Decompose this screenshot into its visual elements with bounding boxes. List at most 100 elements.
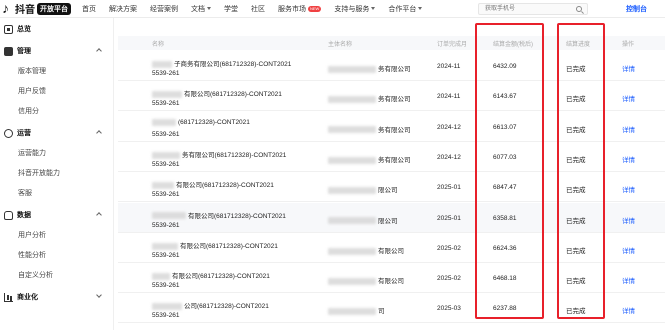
row-detail-link[interactable]: 详情 — [622, 154, 635, 164]
row-entity-text: 有限公司 — [378, 278, 404, 286]
row-name-line1: 有限公司(681712328)-CONT2021 — [152, 179, 274, 189]
row-entity-text: 务有限公司 — [378, 96, 411, 104]
sidebar-item[interactable]: 自定义分析 — [0, 266, 113, 286]
row-detail-link[interactable]: 详情 — [622, 215, 635, 225]
redacted-text — [328, 126, 376, 134]
nav-item-label: 文档 — [191, 5, 205, 13]
new-badge: NEW — [308, 5, 322, 12]
row-name-line1: 有限公司(681712328)-CONT2021 — [152, 240, 278, 250]
sidebar-item[interactable]: 版本管理 — [0, 62, 113, 82]
sidebar-section-3[interactable]: 运营 — [0, 122, 113, 144]
search-input[interactable] — [479, 4, 569, 14]
row-detail-link[interactable]: 详情 — [622, 93, 635, 103]
chevron-down-icon — [371, 7, 376, 10]
row-month: 2024-12 — [437, 153, 461, 161]
redacted-text — [328, 65, 376, 73]
header-month: 订单完成月 — [437, 42, 468, 48]
row-name-text: 有限公司(681712328)-CONT2021 — [180, 242, 278, 250]
row-name-text: 公司(681712328)-CONT2021 — [184, 303, 269, 311]
row-entity: 有限公司 — [328, 245, 404, 255]
row-detail-link[interactable]: 详情 — [622, 124, 635, 134]
box-icon — [4, 46, 13, 56]
sidebar-item[interactable]: 运营能力 — [0, 144, 113, 164]
row-detail-link[interactable]: 详情 — [622, 275, 635, 285]
douyin-logo-icon — [2, 0, 14, 16]
row-name-text: (681712328)-CONT2021 — [178, 118, 250, 126]
sidebar-section-label: 运营 — [17, 130, 31, 137]
redacted-text — [152, 118, 176, 126]
nav-item-3[interactable]: 经营案例 — [150, 4, 178, 14]
row-detail-link[interactable]: 详情 — [622, 63, 635, 73]
row-name-line2: 5539-261 — [152, 221, 180, 229]
row-name-line1: 有限公司(681712328)-CONT2021 — [152, 88, 282, 98]
search-icon[interactable] — [576, 6, 582, 12]
nav-item-7[interactable]: 服务市场 NEW — [278, 4, 322, 14]
sidebar-section-4[interactable]: 数据 — [0, 204, 113, 226]
row-name-line1: 公司(681712328)-CONT2021 — [152, 300, 269, 310]
nav-item-4[interactable]: 文档 — [191, 4, 211, 14]
row-entity: 务有限公司 — [328, 63, 411, 73]
row-month: 2024-12 — [437, 123, 461, 131]
row-name-line1: (681712328)-CONT2021 — [152, 118, 250, 126]
sidebar-item[interactable]: 性能分析 — [0, 246, 113, 266]
nav-item-5[interactable]: 学堂 — [224, 4, 238, 14]
platform-logo[interactable]: 抖音 开放平台 — [2, 0, 82, 16]
redacted-text — [152, 91, 182, 99]
header-action: 操作 — [622, 42, 635, 48]
chevron-up-icon — [96, 212, 102, 218]
chevron-up-icon — [96, 48, 102, 54]
row-entity-text: 有限公司 — [378, 247, 404, 255]
nav-item-2[interactable]: 解决方案 — [109, 4, 137, 14]
row-name-line1: 有限公司(681712328)-CONT2021 — [152, 210, 286, 220]
row-entity-text: 司 — [378, 308, 385, 316]
nav-item-6[interactable]: 社区 — [251, 4, 265, 14]
nav-item-label: 合作平台 — [388, 5, 417, 13]
row-name-line2: 5539-261 — [152, 70, 180, 77]
console-link[interactable]: 控制台 — [626, 4, 647, 14]
search-box[interactable] — [478, 3, 588, 15]
row-detail-link[interactable]: 详情 — [622, 184, 635, 194]
row-name-line2: 5539-261 — [152, 282, 180, 290]
database-icon — [4, 210, 13, 220]
sidebar-section-2[interactable]: 管理 — [0, 40, 113, 62]
row-name-line1: 子商务有限公司(681712328)-CONT2021 — [152, 58, 291, 68]
sidebar-item[interactable]: 信用分 — [0, 102, 113, 122]
row-name-line1: 务有限公司(681712328)-CONT2021 — [152, 149, 286, 159]
row-entity-text: 务有限公司 — [378, 156, 411, 164]
redacted-text — [328, 308, 376, 316]
sidebar-item[interactable]: 客服 — [0, 184, 113, 204]
row-entity-text: 务有限公司 — [378, 66, 411, 73]
redacted-text — [152, 272, 170, 280]
row-entity-text: 务有限公司 — [378, 126, 411, 134]
nav-item-label: 经营案例 — [150, 5, 178, 13]
row-detail-link[interactable]: 详情 — [622, 245, 635, 255]
nav-item-label: 学堂 — [224, 5, 238, 13]
sidebar-section-1[interactable]: 总览 — [0, 18, 113, 40]
redacted-text — [152, 151, 180, 159]
amount-column-highlight — [475, 23, 544, 319]
chevron-up-icon — [96, 130, 102, 136]
row-entity: 限公司 — [328, 184, 398, 194]
header-entity: 主体名称 — [328, 42, 353, 48]
redacted-text — [152, 242, 178, 250]
nav-item-9[interactable]: 合作平台 — [388, 4, 423, 14]
row-name-line2: 5539-261 — [152, 100, 180, 108]
nav-item-label: 解决方案 — [109, 5, 137, 13]
redacted-text — [152, 60, 172, 68]
row-name-line2: 5539-261 — [152, 130, 180, 138]
nav-item-8[interactable]: 支持与服务 — [334, 4, 376, 14]
nav-item-1[interactable]: 首页 — [82, 4, 96, 14]
row-month: 2025-01 — [437, 214, 461, 222]
sidebar-item[interactable]: 抖音开放能力 — [0, 164, 113, 184]
sidebar-item[interactable]: 用户分析 — [0, 226, 113, 246]
row-month: 2024-11 — [437, 93, 461, 101]
row-detail-link[interactable]: 详情 — [622, 305, 635, 315]
row-entity: 有限公司 — [328, 275, 404, 285]
chevron-down-icon — [96, 292, 102, 298]
sidebar-section-5[interactable]: 商业化 — [0, 286, 113, 308]
row-entity-text: 限公司 — [378, 187, 398, 195]
sidebar-section-label: 总览 — [17, 26, 31, 33]
grid-icon — [4, 24, 13, 34]
row-name-text: 务有限公司(681712328)-CONT2021 — [182, 151, 287, 159]
sidebar-item[interactable]: 用户反馈 — [0, 82, 113, 102]
